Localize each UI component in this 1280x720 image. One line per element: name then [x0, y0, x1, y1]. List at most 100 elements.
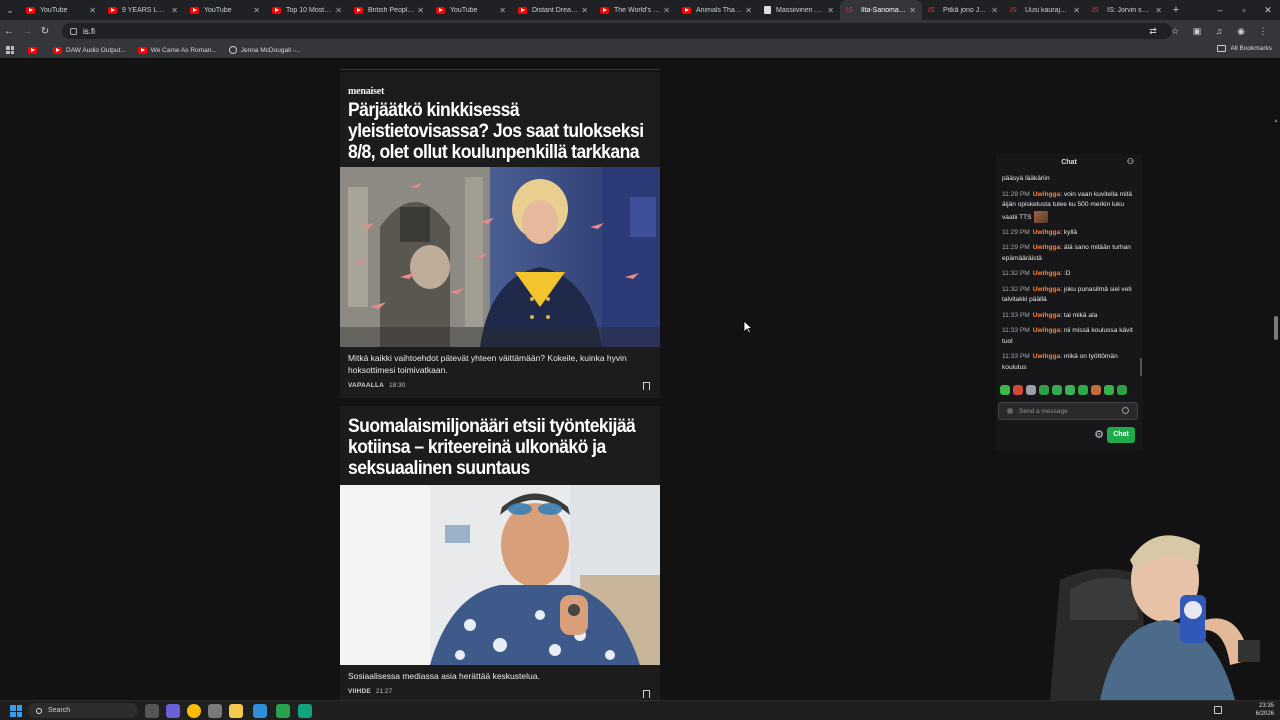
chat-message-input[interactable]: Send a message — [998, 402, 1138, 420]
close-tab-icon[interactable]: ✕ — [909, 6, 916, 15]
browser-tab[interactable]: YouTube ✕ — [20, 0, 102, 20]
media-icon[interactable]: ♫ — [1208, 26, 1230, 36]
minimize-icon[interactable]: – — [1208, 0, 1232, 20]
emote-icon[interactable] — [1078, 385, 1088, 395]
site-info-icon[interactable] — [70, 27, 77, 35]
emote-icon[interactable] — [1013, 385, 1023, 395]
new-tab-button[interactable]: + — [1168, 4, 1184, 16]
emote-icon[interactable] — [1026, 385, 1036, 395]
browser-tab[interactable]: Animals That Ma✕ — [676, 0, 758, 20]
apps-grid-icon[interactable] — [6, 46, 14, 54]
users-icon[interactable]: ⚇ — [1127, 157, 1134, 166]
browser-tab[interactable]: British People Ge✕ — [348, 0, 430, 20]
browser-tab[interactable]: IS Ilta-Sanomat – IS✕ — [840, 0, 922, 20]
close-tab-icon[interactable]: ✕ — [417, 6, 424, 15]
tab-search-chevron-icon[interactable]: ⌄ — [0, 0, 20, 20]
chat-username[interactable]: Uwihgga — [1033, 270, 1060, 277]
close-tab-icon[interactable]: ✕ — [663, 6, 670, 15]
article-headline[interactable]: Pärjäätkö kinkkisessä yleistietovisassa?… — [348, 100, 654, 163]
close-tab-icon[interactable]: ✕ — [745, 6, 752, 15]
streaming-app-icon[interactable] — [298, 704, 312, 718]
close-tab-icon[interactable]: ✕ — [335, 6, 342, 15]
file-explorer-icon[interactable] — [229, 704, 243, 718]
article-card[interactable]: Suomalaismiljonääri etsii työntekijää ko… — [340, 406, 660, 700]
chat-badge-icon[interactable] — [1007, 408, 1013, 414]
all-bookmarks-button[interactable]: All Bookmarks — [1217, 45, 1272, 52]
emoji-picker-icon[interactable] — [1122, 407, 1129, 414]
browser-tab[interactable]: Top 10 Most Hat ✕ — [266, 0, 348, 20]
bookmark-item[interactable] — [28, 46, 41, 54]
store-icon[interactable] — [208, 704, 222, 718]
star-icon[interactable]: ☆ — [1164, 26, 1186, 37]
close-tab-icon[interactable]: ✕ — [89, 6, 96, 15]
save-bookmark-icon[interactable] — [643, 690, 650, 700]
close-window-icon[interactable]: ✕ — [1256, 0, 1280, 20]
browser-tab[interactable]: Massiivinen valiik✕ — [758, 0, 840, 20]
article-image[interactable] — [340, 167, 660, 347]
close-tab-icon[interactable]: ✕ — [1073, 6, 1080, 15]
bookmark-item[interactable]: We Came As Roman... — [137, 46, 217, 54]
browser-tab[interactable]: IS Uusi kaurajuoma✕ — [1004, 0, 1086, 20]
mail-icon[interactable] — [253, 704, 267, 718]
chat-scrollbar[interactable] — [1140, 358, 1142, 376]
browser-tab[interactable]: IS Pitkä jono Järven✕ — [922, 0, 1004, 20]
taskbar-search[interactable]: Search — [28, 703, 138, 718]
chat-username[interactable]: Uwihgga — [1033, 327, 1060, 334]
chat-username[interactable]: Uwihgga — [1033, 286, 1060, 293]
back-arrow-icon[interactable]: ← — [0, 26, 18, 37]
notification-tray-icon[interactable] — [1214, 706, 1222, 714]
close-tab-icon[interactable]: ✕ — [581, 6, 588, 15]
close-tab-icon[interactable]: ✕ — [827, 6, 834, 15]
article-category[interactable]: VIIHDE — [348, 688, 371, 695]
browser-tab[interactable]: Distant Dream - ✕ — [512, 0, 594, 20]
emote-icon[interactable] — [1117, 385, 1127, 395]
browser-tab[interactable]: YouTube ✕ — [184, 0, 266, 20]
close-tab-icon[interactable]: ✕ — [171, 6, 178, 15]
emote-icon[interactable] — [1039, 385, 1049, 395]
bookmark-item[interactable]: DAW Audio Output... — [53, 46, 126, 54]
browser-tab[interactable]: IS IS: Jorvin sairaal✕ — [1086, 0, 1168, 20]
emote-icon[interactable] — [1065, 385, 1075, 395]
emote-icon[interactable] — [1104, 385, 1114, 395]
chat-username[interactable]: Uwihgga — [1033, 191, 1060, 198]
chrome-icon[interactable] — [187, 704, 201, 718]
scroll-up-icon[interactable]: ▲ — [1273, 118, 1279, 124]
chat-username[interactable]: Uwihgga — [1033, 229, 1060, 236]
chat-username[interactable]: Uwihgga — [1033, 244, 1060, 251]
browser-tab[interactable]: 9 YEARS LATER: C✕ — [102, 0, 184, 20]
system-clock[interactable]: 23:35 6/2026 — [1256, 702, 1274, 718]
close-tab-icon[interactable]: ✕ — [991, 6, 998, 15]
close-tab-icon[interactable]: ✕ — [253, 6, 260, 15]
translate-icon[interactable]: ⇄ — [1142, 26, 1164, 37]
forward-arrow-icon[interactable]: → — [18, 26, 36, 37]
chat-username[interactable]: Uwihgga — [1033, 312, 1060, 319]
browser-tab[interactable]: YouTube ✕ — [430, 0, 512, 20]
maximize-icon[interactable]: ▫ — [1232, 0, 1256, 20]
media-player-icon[interactable] — [276, 704, 290, 718]
chat-username[interactable]: Uwihgga — [1033, 353, 1060, 360]
emote-icon[interactable] — [1052, 385, 1062, 395]
article-image[interactable] — [340, 485, 660, 665]
article-category[interactable]: VAPAALLA — [348, 382, 384, 389]
menu-kebab-icon[interactable]: ⋮ — [1252, 26, 1274, 37]
reload-icon[interactable]: ↻ — [36, 26, 54, 37]
article-headline[interactable]: Suomalaismiljonääri etsii työntekijää ko… — [348, 416, 654, 479]
chat-header: Chat ⚇ — [996, 154, 1142, 170]
bookmark-item[interactable]: Jenna McDougall -... — [228, 46, 300, 54]
article-card[interactable]: menaiset Pärjäätkö kinkkisessä yleistiet… — [340, 69, 660, 398]
profile-icon[interactable]: ◉ — [1230, 26, 1252, 37]
task-view-icon[interactable] — [145, 704, 159, 718]
chat-send-button[interactable]: Chat — [1107, 427, 1135, 443]
save-bookmark-icon[interactable] — [643, 382, 650, 392]
teams-icon[interactable] — [166, 704, 180, 718]
browser-tab[interactable]: The World's Most✕ — [594, 0, 676, 20]
chat-settings-gear-icon[interactable]: ⚙ — [1093, 429, 1105, 441]
close-tab-icon[interactable]: ✕ — [1155, 6, 1162, 15]
scrollbar-thumb[interactable] — [1274, 316, 1278, 340]
emote-icon[interactable] — [1091, 385, 1101, 395]
address-bar[interactable]: is.fi — [62, 23, 1172, 39]
windows-start-icon[interactable] — [10, 705, 22, 717]
emote-icon[interactable] — [1000, 385, 1010, 395]
extensions-icon[interactable]: ▣ — [1186, 26, 1208, 37]
close-tab-icon[interactable]: ✕ — [499, 6, 506, 15]
